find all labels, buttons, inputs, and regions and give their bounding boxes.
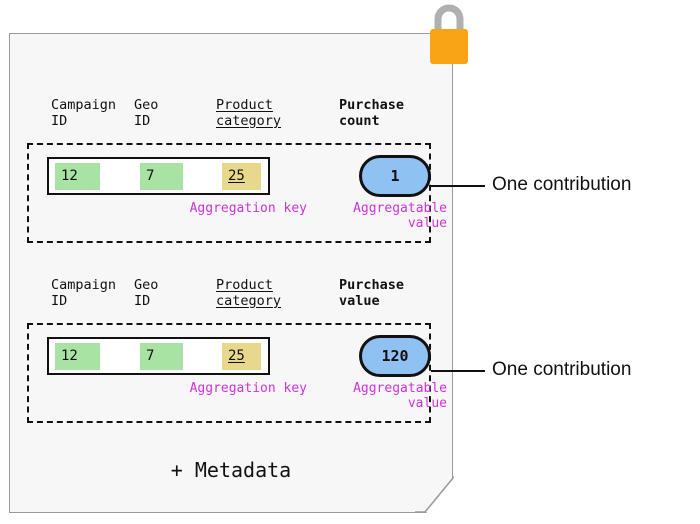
metadata-label: + Metadata <box>170 458 292 482</box>
lock-icon <box>430 4 468 64</box>
aggregatable-value-oval-2: 120 <box>359 335 431 377</box>
product-category-value-2: 25 <box>228 348 245 364</box>
callout-leader-line-2 <box>431 370 485 372</box>
callout-label-2: One contribution <box>492 359 632 380</box>
campaign-id-cell-1: 12 <box>55 163 100 190</box>
geo-id-cell-2: 7 <box>140 343 183 370</box>
aggregatable-value-label-2: Aggregatable value <box>353 381 447 411</box>
header-product-category-1: Product category <box>216 97 282 129</box>
header-product-category-2: Product category <box>216 277 282 309</box>
contribution-boundary-1: 12 7 25 1 Aggregation key Aggregatable v… <box>27 143 447 243</box>
product-category-cell-1: 25 <box>222 163 261 190</box>
column-headers-2: Campaign ID Geo ID Product category Purc… <box>0 275 460 321</box>
aggregation-key-label-1: Aggregation key <box>189 201 307 216</box>
product-category-value-1: 25 <box>228 168 245 184</box>
aggregatable-value-oval-1: 1 <box>359 155 431 197</box>
header-purchase-count: Purchase count <box>339 97 405 129</box>
header-geo-id-2: Geo ID <box>134 277 159 309</box>
aggregation-key-label-2: Aggregation key <box>189 381 307 396</box>
header-campaign-id-2: Campaign ID <box>51 277 117 309</box>
header-geo-id-1: Geo ID <box>134 97 159 129</box>
column-headers-1: Campaign ID Geo ID Product category Purc… <box>0 95 460 141</box>
aggregation-key-box-1: 12 7 25 <box>47 157 270 195</box>
header-campaign-id-1: Campaign ID <box>51 97 117 129</box>
contribution-boundary-2: 12 7 25 120 Aggregation key Aggregatable… <box>27 323 447 423</box>
header-purchase-value: Purchase value <box>339 277 405 309</box>
geo-id-cell-1: 7 <box>140 163 183 190</box>
campaign-id-cell-2: 12 <box>55 343 100 370</box>
product-category-cell-2: 25 <box>222 343 261 370</box>
aggregation-key-box-2: 12 7 25 <box>47 337 270 375</box>
aggregatable-value-label-1: Aggregatable value <box>353 201 447 231</box>
diagram-canvas: Campaign ID Geo ID Product category Purc… <box>0 0 700 524</box>
callout-label-1: One contribution <box>492 174 632 195</box>
callout-leader-line-1 <box>431 185 485 187</box>
